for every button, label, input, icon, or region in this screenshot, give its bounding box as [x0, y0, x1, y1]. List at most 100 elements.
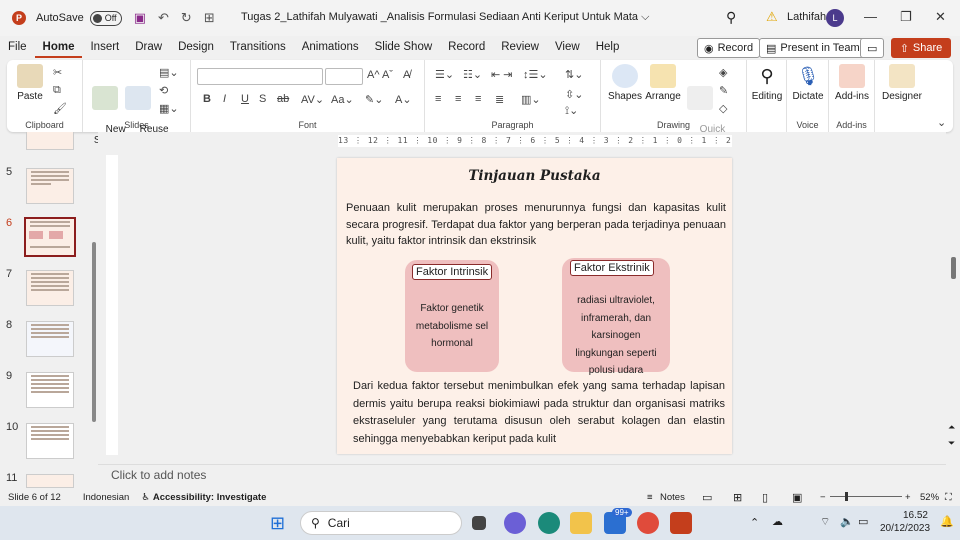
bold-icon[interactable]: B	[203, 93, 211, 105]
windows-start-icon[interactable]: ⊞	[270, 512, 292, 534]
line-spacing-icon[interactable]: ↕☰⌄	[523, 68, 548, 81]
highlight-icon[interactable]: ✎⌄	[365, 93, 383, 106]
redo-icon[interactable]: ↻	[181, 10, 192, 26]
align-text-icon[interactable]: ⇳⌄	[565, 88, 583, 101]
slide-thumbnail[interactable]	[26, 321, 74, 357]
cut-icon[interactable]: ✂	[53, 66, 62, 79]
slide-paragraph-2[interactable]: Dari kedua faktor tersebut menimbulkan e…	[353, 378, 725, 448]
tab-animations[interactable]: Animations	[294, 41, 367, 53]
align-center-icon[interactable]: ≡	[455, 93, 461, 105]
justify-icon[interactable]: ≣	[495, 93, 504, 106]
tab-transitions[interactable]: Transitions	[222, 41, 294, 53]
font-name-input[interactable]	[197, 68, 323, 85]
zoom-in-icon[interactable]: +	[905, 492, 911, 503]
thumbnails-scrollbar[interactable]	[90, 132, 98, 488]
document-title[interactable]: Tugas 2_Lathifah Mulyawati _Analisis For…	[241, 11, 649, 24]
customize-toolbar-icon[interactable]: ⊞	[204, 10, 215, 26]
clear-formatting-icon[interactable]: A̸	[403, 69, 410, 81]
smartart-icon[interactable]: ⟟⌄	[565, 104, 578, 118]
autosave-toggle[interactable]: Off	[89, 10, 122, 26]
prev-slide-icon[interactable]: ⏶	[948, 422, 955, 433]
shadow-icon[interactable]: S	[259, 93, 266, 105]
accessibility-status[interactable]: Accessibility: Investigate	[153, 492, 267, 503]
zoom-level[interactable]: 52%	[920, 492, 939, 503]
restore-icon[interactable]: ❐	[900, 9, 912, 25]
tab-home[interactable]: Home	[34, 36, 83, 58]
slide-thumbnail[interactable]	[26, 474, 74, 488]
save-icon[interactable]: ▣	[134, 10, 146, 26]
slide-thumbnail[interactable]	[24, 217, 76, 257]
editor-scrollbar[interactable]: ⏶ ⏷	[946, 132, 960, 488]
volume-icon[interactable]: 🔈	[840, 515, 854, 528]
editing-button[interactable]: ⚲ Editing	[749, 64, 785, 102]
search-icon[interactable]: ⚲	[726, 9, 736, 26]
change-case-icon[interactable]: Aa⌄	[331, 93, 354, 106]
undo-icon[interactable]: ↶	[158, 10, 169, 26]
slide-sorter-icon[interactable]: ⊞	[733, 491, 742, 504]
onedrive-icon[interactable]: ☁	[772, 515, 783, 528]
tab-draw[interactable]: Draw	[127, 41, 170, 53]
dictate-button[interactable]: 🎙 Dictate	[790, 64, 826, 102]
layout-icon[interactable]: ▤⌄	[159, 66, 179, 79]
numbering-icon[interactable]: ☷⌄	[463, 68, 482, 81]
tab-review[interactable]: Review	[493, 41, 547, 53]
avatar[interactable]: L	[826, 9, 844, 27]
show-hidden-icons[interactable]: ⌃	[750, 516, 759, 529]
notes-toggle[interactable]: Notes	[660, 492, 685, 503]
tab-file[interactable]: File	[0, 41, 35, 53]
slide-thumbnail[interactable]	[26, 270, 74, 306]
font-color-icon[interactable]: A⌄	[395, 93, 412, 106]
collapse-ribbon-icon[interactable]: ⌄	[937, 116, 946, 129]
close-icon[interactable]: ✕	[935, 9, 946, 25]
zoom-slider[interactable]	[830, 496, 902, 497]
arrange-button[interactable]: Arrange	[645, 64, 681, 102]
edge-icon[interactable]	[538, 512, 560, 534]
shape-fill-icon[interactable]: ◈	[719, 66, 727, 79]
paste-button[interactable]: Paste	[15, 64, 45, 102]
increase-font-icon[interactable]: A^ Aˇ	[367, 69, 393, 81]
minimize-icon[interactable]: —	[864, 9, 877, 24]
slide-canvas[interactable]: Tinjauan Pustaka Penuaan kulit merupakan…	[337, 158, 732, 454]
battery-icon[interactable]: ▭	[858, 515, 868, 528]
tab-help[interactable]: Help	[588, 41, 628, 53]
align-right-icon[interactable]: ≡	[475, 93, 481, 105]
slide-thumbnail[interactable]	[26, 423, 74, 459]
record-button[interactable]: ◉ Record	[697, 38, 761, 58]
slideshow-icon[interactable]: ▣	[792, 491, 802, 504]
indent-icons[interactable]: ⇤ ⇥	[491, 68, 513, 81]
taskbar-search[interactable]: ⚲ Cari	[300, 511, 462, 535]
reset-icon[interactable]: ⟲	[159, 84, 168, 97]
reading-view-icon[interactable]: ▯	[762, 491, 768, 504]
shape-outline-icon[interactable]: ✎	[719, 84, 728, 97]
strikethrough-icon[interactable]: ab	[277, 93, 289, 105]
zoom-slider-thumb[interactable]	[845, 492, 848, 501]
warning-icon[interactable]: ⚠	[766, 9, 778, 25]
fit-slide-icon[interactable]: ⛶	[945, 492, 952, 503]
next-slide-icon[interactable]: ⏷	[948, 438, 955, 449]
share-button[interactable]: ⇧ Share	[891, 38, 951, 58]
file-explorer-icon[interactable]	[570, 512, 592, 534]
intrinsic-factor-card[interactable]: Faktor Intrinsik Faktor genetik metaboli…	[405, 260, 499, 372]
language-indicator[interactable]: Indonesian	[83, 492, 129, 503]
tab-record[interactable]: Record	[440, 41, 493, 53]
shapes-button[interactable]: Shapes	[607, 64, 643, 102]
italic-icon[interactable]: I	[223, 93, 226, 105]
font-size-input[interactable]	[325, 68, 363, 85]
teams-chat-icon[interactable]	[504, 512, 526, 534]
zoom-out-icon[interactable]: −	[820, 492, 826, 503]
copy-icon[interactable]: ⧉	[53, 84, 61, 97]
notes-pane[interactable]: Click to add notes	[98, 464, 946, 486]
normal-view-icon[interactable]: ▭	[702, 491, 712, 504]
slide-paragraph-1[interactable]: Penuaan kulit merupakan proses menurunny…	[346, 200, 726, 250]
tab-view[interactable]: View	[547, 41, 588, 53]
text-direction-icon[interactable]: ⇅⌄	[565, 68, 583, 81]
taskbar-clock[interactable]: 16.52 20/12/2023	[880, 509, 930, 535]
slide-thumbnail[interactable]	[26, 132, 74, 150]
scroll-thumb[interactable]	[92, 242, 96, 422]
bullets-icon[interactable]: ☰⌄	[435, 68, 454, 81]
align-left-icon[interactable]: ≡	[435, 93, 441, 105]
chrome-icon[interactable]	[637, 512, 659, 534]
extrinsic-factor-card[interactable]: Faktor Ekstrinik radiasi ultraviolet, in…	[562, 258, 670, 376]
task-view-icon[interactable]	[472, 516, 486, 530]
designer-button[interactable]: Designer	[881, 64, 923, 102]
